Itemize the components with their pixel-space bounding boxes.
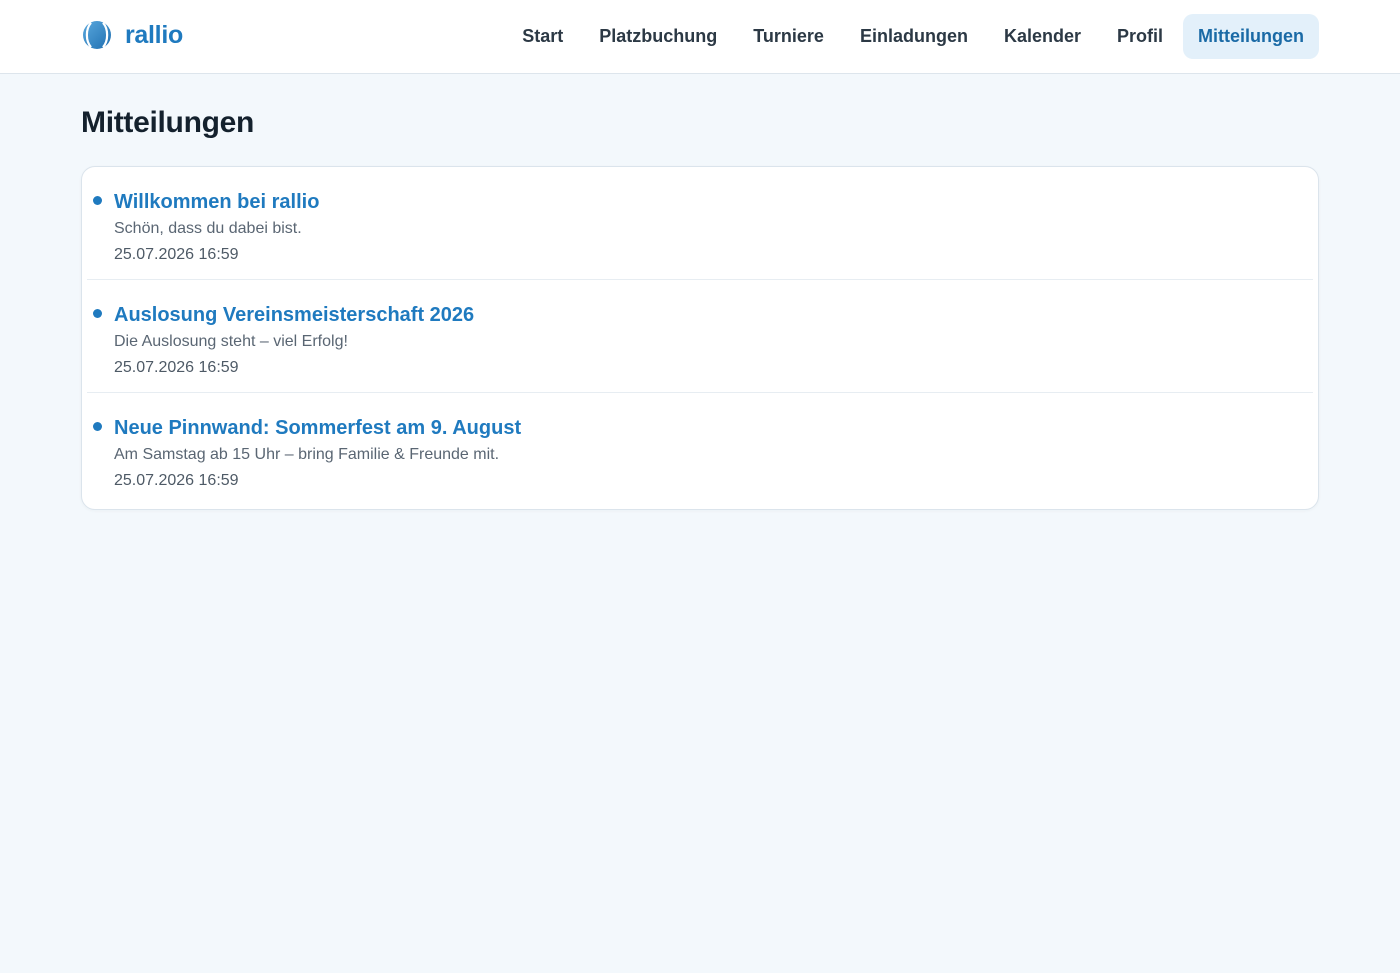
brand-name: rallio <box>125 20 183 49</box>
nav-item-kalender[interactable]: Kalender <box>986 14 1099 59</box>
message-body: Die Auslosung steht – viel Erfolg! <box>114 333 348 350</box>
unread-dot-icon <box>93 309 102 318</box>
main-content: Mitteilungen Willkommen bei rallio Schön… <box>81 74 1319 510</box>
nav-item-platzbuchung[interactable]: Platzbuchung <box>581 14 735 59</box>
nav-item-einladungen[interactable]: Einladungen <box>842 14 986 59</box>
messages-list: Willkommen bei rallio Schön, dass du dab… <box>81 166 1319 510</box>
message-title-link[interactable]: Auslosung Vereinsmeisterschaft 2026 <box>114 303 474 327</box>
list-item: Auslosung Vereinsmeisterschaft 2026 Die … <box>87 280 1313 393</box>
list-item: Willkommen bei rallio Schön, dass du dab… <box>87 167 1313 280</box>
message-title-link[interactable]: Willkommen bei rallio <box>114 190 319 214</box>
unread-dot-icon <box>93 196 102 205</box>
message-title-link[interactable]: Neue Pinnwand: Sommerfest am 9. August <box>114 416 521 440</box>
message-timestamp: 25.07.2026 16:59 <box>114 246 239 263</box>
message-timestamp: 25.07.2026 16:59 <box>114 359 239 376</box>
message-body: Am Samstag ab 15 Uhr – bring Familie & F… <box>114 446 500 463</box>
message-timestamp: 25.07.2026 16:59 <box>114 472 239 489</box>
page-title: Mitteilungen <box>81 106 255 139</box>
nav-item-start[interactable]: Start <box>504 14 581 59</box>
list-item: Neue Pinnwand: Sommerfest am 9. August A… <box>87 393 1313 509</box>
unread-dot-icon <box>93 422 102 431</box>
nav-item-turniere[interactable]: Turniere <box>735 14 842 59</box>
tennis-ball-icon <box>83 21 111 49</box>
top-navigation-bar: rallio Start Platzbuchung Turniere Einla… <box>0 0 1400 74</box>
brand-home-link[interactable]: rallio <box>82 20 183 50</box>
message-body: Schön, dass du dabei bist. <box>114 220 302 237</box>
nav-item-mitteilungen[interactable]: Mitteilungen <box>1183 14 1319 59</box>
main-nav: Start Platzbuchung Turniere Einladungen … <box>504 14 1319 59</box>
nav-item-profil[interactable]: Profil <box>1099 14 1181 59</box>
